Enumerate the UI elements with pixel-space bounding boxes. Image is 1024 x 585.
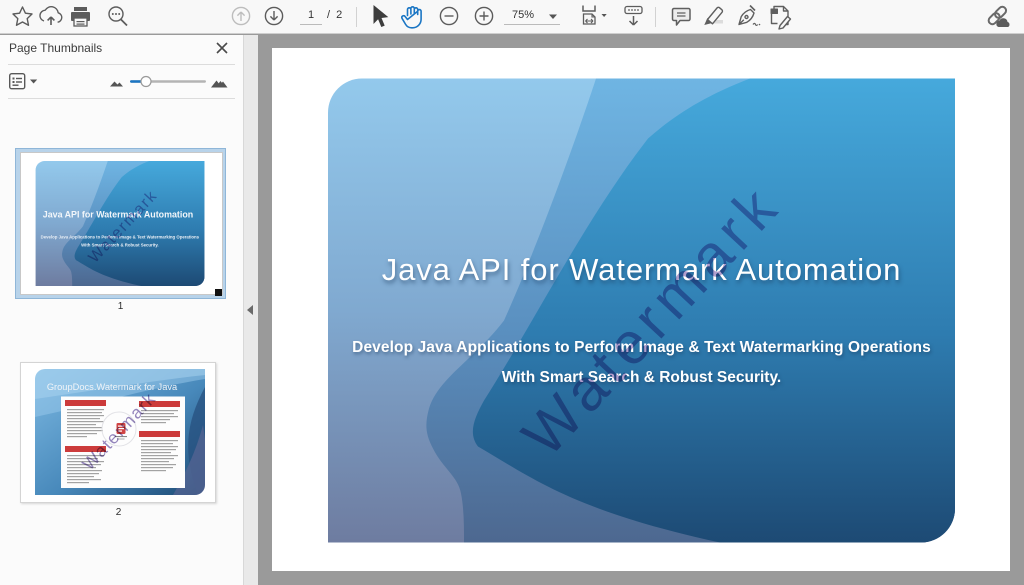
svg-text:Watermark: Watermark (510, 171, 793, 468)
svg-text:Java API for Watermark Automat: Java API for Watermark Automation (43, 210, 193, 220)
svg-text:GroupDocs.Watermark for Java: GroupDocs.Watermark for Java (47, 382, 178, 392)
